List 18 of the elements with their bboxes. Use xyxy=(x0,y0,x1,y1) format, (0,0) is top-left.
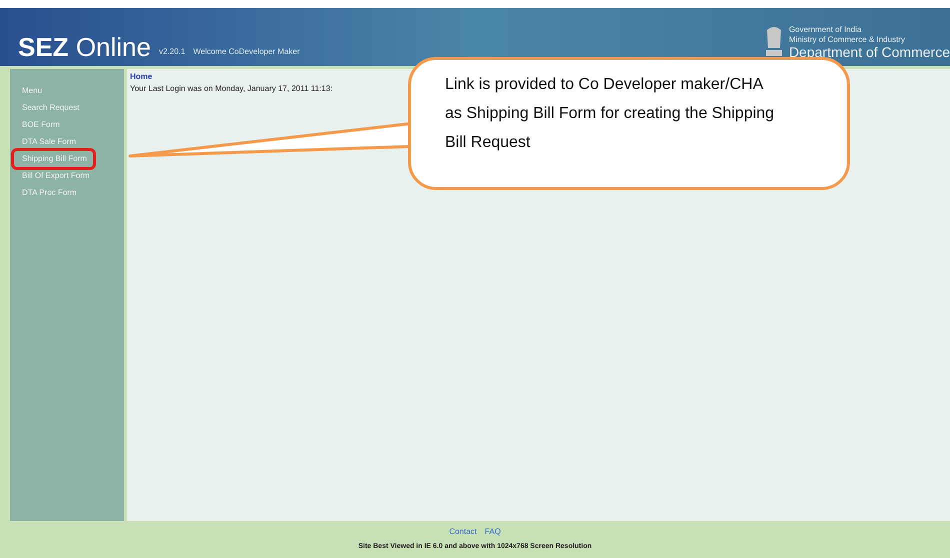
sidebar-link[interactable]: Search Request xyxy=(18,100,84,116)
welcome-text: Welcome CoDeveloper Maker xyxy=(193,46,300,58)
ministry-text: Ministry of Commerce & Industry xyxy=(788,35,906,45)
callout-text: Link is provided to Co Developer maker/CHA as Shipping Bill Form for creating the Shipping Bill Request xyxy=(445,75,775,153)
department-text: Department of Commerce xyxy=(788,45,950,60)
sidebar-link[interactable]: DTA Proc Form xyxy=(18,185,81,201)
site-logo: SEZ Online xyxy=(18,34,151,60)
last-login-text: Your Last Login was on Monday, January 17, 2011 11:13: xyxy=(130,83,333,95)
sidebar-link[interactable]: BOE Form xyxy=(18,117,64,133)
sidebar-link[interactable]: DTA Sale Form xyxy=(18,134,80,150)
ministry-text: Government of India xyxy=(788,25,862,35)
sidebar-link[interactable]: Menu xyxy=(18,83,46,99)
footer-link[interactable]: FAQ xyxy=(484,526,501,538)
footer-link[interactable]: Contact xyxy=(449,526,477,538)
sidebar-link[interactable]: Bill Of Export Form xyxy=(18,168,94,184)
breadcrumb-link[interactable]: Home xyxy=(130,71,152,83)
sidebar-link[interactable]: Shipping Bill Form xyxy=(14,151,93,167)
version-text: v2.20.1 xyxy=(158,46,186,58)
